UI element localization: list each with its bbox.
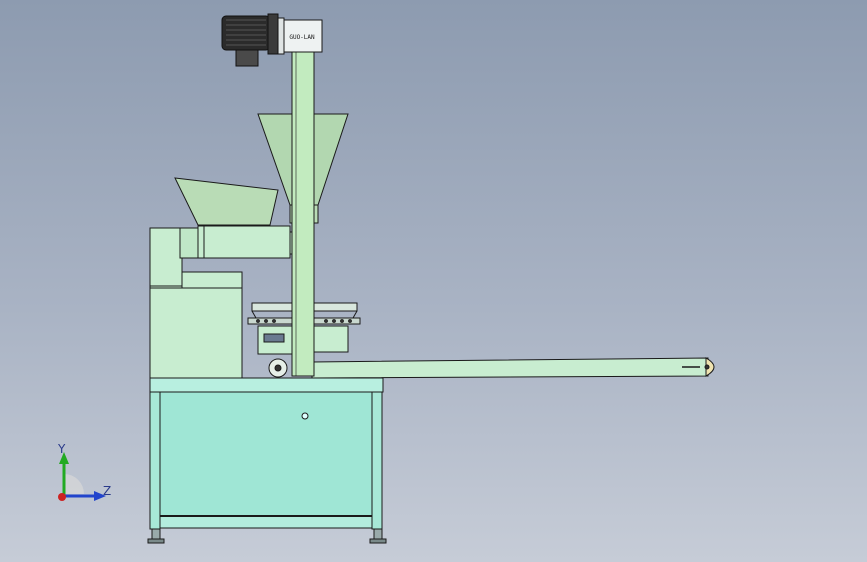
table-top	[149, 377, 384, 393]
right-leg	[371, 391, 383, 530]
elevator-column[interactable]	[291, 51, 315, 377]
cad-viewport[interactable]: GUO-LAN Y Z	[0, 0, 867, 562]
gearbox[interactable]: GUO-LAN	[277, 17, 323, 55]
cabinet-door[interactable]	[159, 391, 373, 517]
base-cabinet[interactable]	[147, 377, 387, 544]
coordinate-triad: Y Z	[48, 440, 118, 510]
foot-left	[151, 528, 161, 540]
machine-drawing: GUO-LAN	[147, 13, 715, 544]
screw-barrel[interactable]	[197, 225, 299, 259]
triad-plane-icon	[64, 474, 84, 494]
origin-icon	[58, 493, 66, 501]
output-conveyor[interactable]	[311, 357, 715, 379]
drive-pulley[interactable]	[268, 358, 288, 378]
y-axis-label: Y	[58, 442, 66, 456]
sensor-block	[263, 333, 285, 343]
bottom-rail	[159, 515, 373, 529]
gearbox-label: GUO-LAN	[289, 34, 315, 41]
left-leg	[149, 391, 161, 530]
motor[interactable]	[221, 13, 279, 67]
door-lock-icon[interactable]	[301, 412, 309, 420]
motor-junction-box	[235, 49, 259, 67]
z-axis-label: Z	[103, 484, 112, 498]
feed-hopper-left[interactable]	[174, 177, 279, 226]
foot-right	[373, 528, 383, 540]
